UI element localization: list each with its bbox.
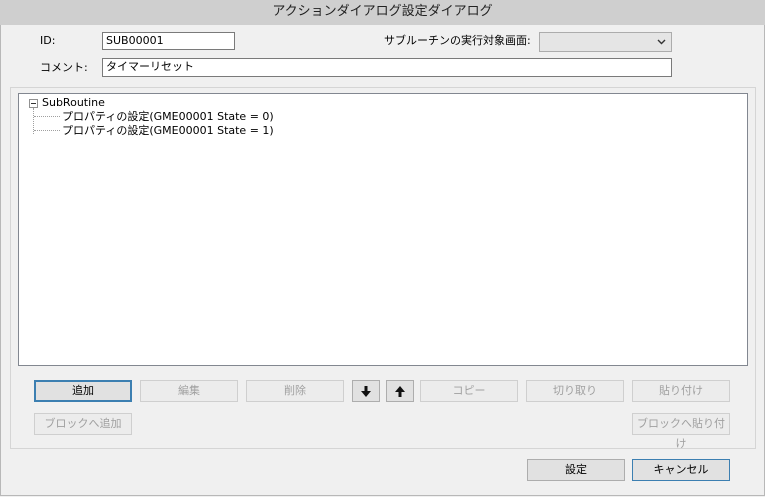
comment-field[interactable]: タイマーリセット bbox=[102, 58, 672, 77]
arrow-up-icon bbox=[395, 386, 405, 397]
add-button[interactable]: 追加 bbox=[34, 380, 132, 402]
tree-item[interactable]: プロパティの設定(GME00001 State = 0) bbox=[62, 110, 274, 123]
comment-label: コメント: bbox=[40, 61, 88, 74]
cut-button[interactable]: 切り取り bbox=[526, 380, 624, 402]
target-screen-select[interactable] bbox=[539, 32, 672, 52]
window-title: アクションダイアログ設定ダイアログ bbox=[0, 0, 765, 26]
action-tree[interactable]: SubRoutine プロパティの設定(GME00001 State = 0) … bbox=[18, 93, 748, 366]
tree-item[interactable]: プロパティの設定(GME00001 State = 1) bbox=[62, 124, 274, 137]
id-field[interactable]: SUB00001 bbox=[102, 32, 235, 50]
paste-to-block-button[interactable]: ブロックへ貼り付け bbox=[632, 413, 730, 450]
arrow-down-icon bbox=[361, 386, 371, 397]
id-label: ID: bbox=[40, 34, 56, 47]
delete-button[interactable]: 削除 bbox=[246, 380, 344, 402]
tree-root[interactable]: SubRoutine bbox=[42, 96, 105, 109]
copy-button[interactable]: コピー bbox=[420, 380, 518, 402]
edit-button[interactable]: 編集 bbox=[140, 380, 238, 402]
tree-connector bbox=[34, 116, 60, 117]
target-screen-label: サブルーチンの実行対象画面: bbox=[384, 34, 531, 47]
ok-button[interactable]: 設定 bbox=[527, 459, 625, 481]
move-up-button[interactable] bbox=[386, 380, 414, 402]
collapse-icon[interactable] bbox=[29, 99, 38, 108]
tree-connector bbox=[34, 130, 60, 131]
cancel-button[interactable]: キャンセル bbox=[632, 459, 730, 481]
chevron-down-icon bbox=[657, 39, 666, 45]
paste-button[interactable]: 貼り付け bbox=[632, 380, 730, 402]
move-down-button[interactable] bbox=[352, 380, 380, 402]
add-to-block-button[interactable]: ブロックへ追加 bbox=[34, 413, 132, 435]
